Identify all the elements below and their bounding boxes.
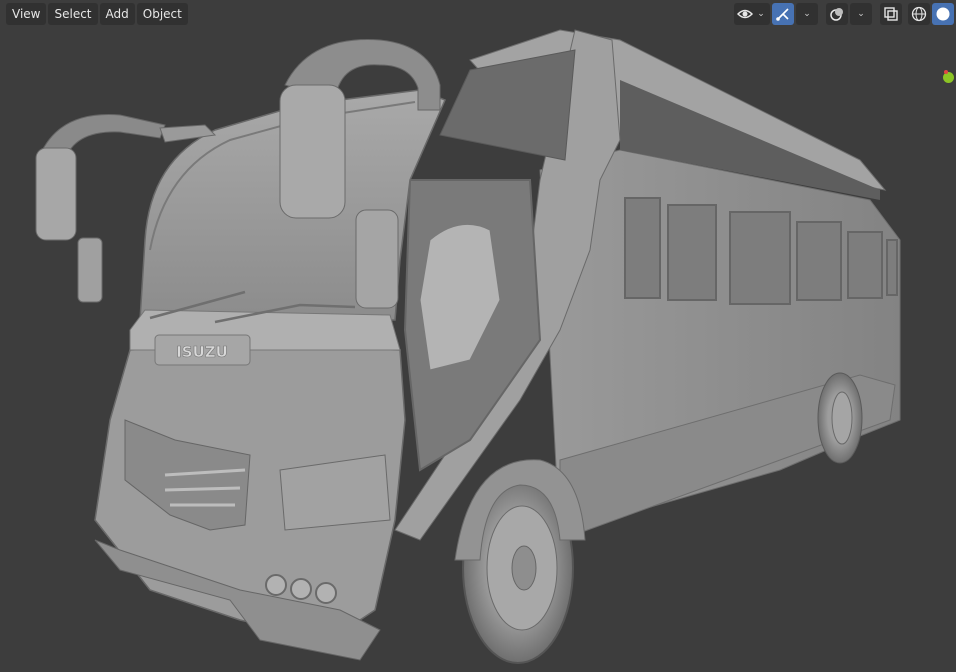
gizmo-toggle-button[interactable] xyxy=(772,3,794,25)
chevron-down-icon: ⌄ xyxy=(857,9,865,19)
chevron-down-icon: ⌄ xyxy=(757,9,765,19)
menu-object[interactable]: Object xyxy=(136,3,188,25)
wireframe-shading-icon xyxy=(911,6,927,22)
menu-view[interactable]: View xyxy=(6,3,47,25)
right-mirror xyxy=(279,84,346,219)
solid-shading-icon xyxy=(936,7,950,21)
xray-icon xyxy=(884,7,898,21)
navigation-gizmo-axis-x[interactable] xyxy=(944,70,948,74)
overlay-dropdown[interactable]: ⌄ xyxy=(850,3,872,25)
overlay-icon xyxy=(830,8,843,21)
chevron-down-icon: ⌄ xyxy=(803,9,811,19)
bus-model-render: ISUZU xyxy=(35,29,901,664)
solid-shading-button[interactable] xyxy=(932,3,954,25)
visibility-eye-icon xyxy=(737,9,753,19)
3d-viewport[interactable]: ISUZU View Select Add Object ⌄ ⌄ ⌄ xyxy=(0,0,956,672)
menu-select[interactable]: Select xyxy=(48,3,98,25)
menu-add[interactable]: Add xyxy=(99,3,135,25)
gizmo-dropdown[interactable]: ⌄ xyxy=(796,3,818,25)
isuzu-badge: ISUZU xyxy=(176,343,228,361)
viewport-header-right: ⌄ ⌄ ⌄ xyxy=(734,3,954,25)
overlay-button[interactable] xyxy=(826,3,848,25)
visibility-button[interactable]: ⌄ xyxy=(734,3,770,25)
xray-button[interactable] xyxy=(880,3,902,25)
gizmo-toggle-icon xyxy=(776,8,789,21)
left-mirror xyxy=(35,147,77,241)
viewport-header-menu: View Select Add Object xyxy=(6,3,188,25)
wireframe-shading-button[interactable] xyxy=(908,3,930,25)
